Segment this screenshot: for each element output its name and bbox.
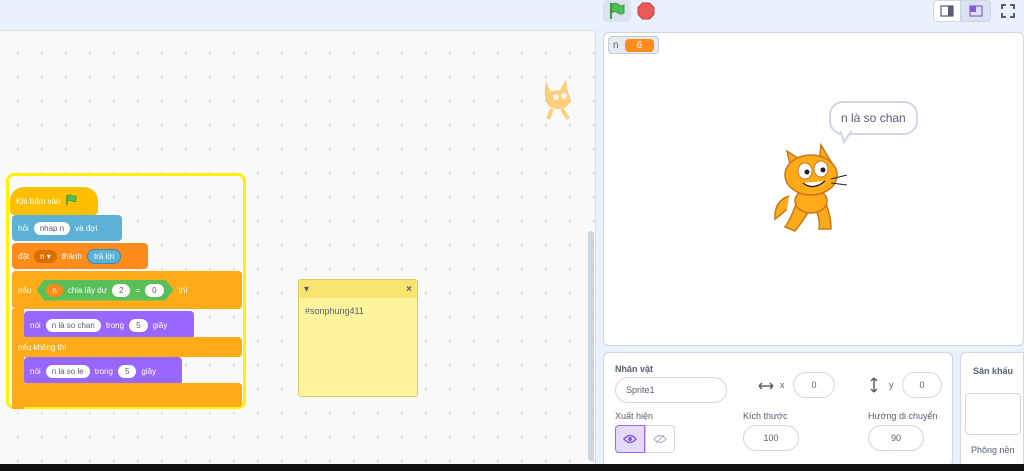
if-else-block[interactable]: nếu n chia lấy dư 2 = 0 thì: [12, 271, 242, 309]
code-workspace[interactable]: Khi bấm vào hỏi nhap n và đợi đặt n ▾ th…: [0, 30, 596, 466]
variable-dropdown[interactable]: n ▾: [34, 249, 57, 263]
show-sprite-button[interactable]: [615, 425, 645, 453]
variable-n-reporter[interactable]: n: [46, 284, 62, 297]
sprite-name-input[interactable]: Sprite1: [615, 377, 727, 403]
comment-note[interactable]: ▾ × #sonphung411: [298, 279, 418, 397]
block-label: và đợi: [75, 223, 98, 233]
scratch-cat-sprite[interactable]: [769, 141, 859, 236]
variable-monitor[interactable]: n 6: [608, 36, 660, 54]
ask-and-wait-block[interactable]: hỏi nhap n và đợi: [12, 215, 122, 241]
set-variable-block[interactable]: đặt n ▾ thành trả lời: [12, 243, 148, 269]
top-toolbar: [0, 0, 1024, 28]
sprite-cat-icon: [538, 75, 578, 121]
say-secs-input[interactable]: 5: [129, 318, 148, 332]
x-arrows-icon: [758, 379, 774, 397]
ask-question-input[interactable]: nhap n: [33, 221, 71, 235]
sprite-info-panel: Nhân vật Sprite1 x 0 y 0 Xuất hiện Kích …: [603, 352, 953, 467]
block-label: giây: [141, 366, 157, 376]
direction-input[interactable]: 90: [868, 425, 924, 451]
stage-canvas[interactable]: n 6 n là so chan: [603, 32, 1024, 346]
stop-button[interactable]: [636, 1, 656, 21]
fullscreen-icon: [1001, 4, 1015, 18]
answer-reporter[interactable]: trả lời: [86, 248, 122, 264]
y-label: y: [889, 380, 894, 390]
y-arrows-icon: [868, 377, 880, 398]
if-else-bottom: [12, 383, 242, 407]
block-label: đặt: [18, 251, 30, 261]
green-flag-icon: [610, 2, 625, 19]
hide-sprite-button[interactable]: [645, 425, 675, 453]
collapse-icon[interactable]: ▾: [304, 284, 309, 295]
block-label: nếu không thì: [18, 342, 67, 352]
fullscreen-button[interactable]: [996, 0, 1020, 22]
large-stage-icon: [969, 5, 983, 17]
eye-icon: [623, 434, 637, 444]
monitor-label: n: [613, 39, 619, 51]
say-text-input[interactable]: n la so le: [45, 364, 90, 378]
mod-equals-condition[interactable]: n chia lấy dư 2 = 0: [36, 280, 173, 301]
green-flag-button[interactable]: [603, 0, 631, 22]
say-text-input[interactable]: n là so chan: [45, 318, 101, 332]
block-label: nói: [30, 320, 41, 330]
rhs-input[interactable]: 0: [145, 284, 163, 297]
small-stage-button[interactable]: [933, 0, 961, 22]
when-flag-clicked-block[interactable]: Khi bấm vào: [10, 187, 98, 215]
direction-label: Hướng di chuyển: [868, 411, 938, 421]
block-label: nếu: [18, 285, 32, 295]
stage-thumbnail[interactable]: [965, 393, 1021, 435]
x-label: x: [780, 380, 785, 390]
block-label: giây: [152, 320, 168, 330]
divisor-input[interactable]: 2: [112, 284, 130, 297]
backdrops-label: Phông nền: [971, 445, 1015, 455]
block-label: =: [135, 285, 141, 295]
stage-panel-title: Sân khấu: [973, 366, 1014, 376]
green-flag-icon: [65, 194, 77, 208]
small-stage-icon: [940, 5, 954, 17]
note-text[interactable]: #sonphung411: [299, 298, 417, 324]
workspace-scrollbar[interactable]: [588, 231, 594, 461]
bottom-edge: [0, 464, 1024, 471]
block-label: Khi bấm vào: [16, 196, 61, 206]
block-label: nói: [30, 366, 41, 376]
size-input[interactable]: 100: [743, 425, 799, 451]
block-label: chia lấy dư: [67, 285, 107, 295]
say-for-secs-block[interactable]: nói n la so le trong 5 giây: [24, 357, 182, 385]
x-input[interactable]: 0: [793, 372, 835, 398]
y-input[interactable]: 0: [902, 372, 942, 398]
stop-icon: [637, 2, 655, 20]
else-label-bar: nếu không thì: [12, 337, 242, 357]
sprite-panel-title: Nhân vật: [615, 364, 654, 374]
block-label: hỏi: [18, 223, 29, 233]
show-label: Xuất hiện: [615, 411, 654, 421]
block-label: thành: [61, 251, 82, 261]
stage-selector-panel[interactable]: Sân khấu Phông nền: [960, 352, 1024, 467]
say-secs-input[interactable]: 5: [117, 364, 137, 378]
block-label: trong: [94, 366, 113, 376]
block-label: trong: [105, 320, 125, 330]
monitor-value: 6: [624, 38, 655, 52]
note-header[interactable]: ▾ ×: [299, 280, 417, 298]
close-icon[interactable]: ×: [406, 284, 412, 295]
large-stage-button[interactable]: [961, 0, 991, 22]
block-label: thì: [178, 285, 188, 295]
eye-slash-icon: [653, 434, 667, 444]
say-for-secs-block[interactable]: nói n là so chan trong 5 giây: [24, 311, 194, 339]
size-label: Kích thước: [743, 411, 788, 421]
